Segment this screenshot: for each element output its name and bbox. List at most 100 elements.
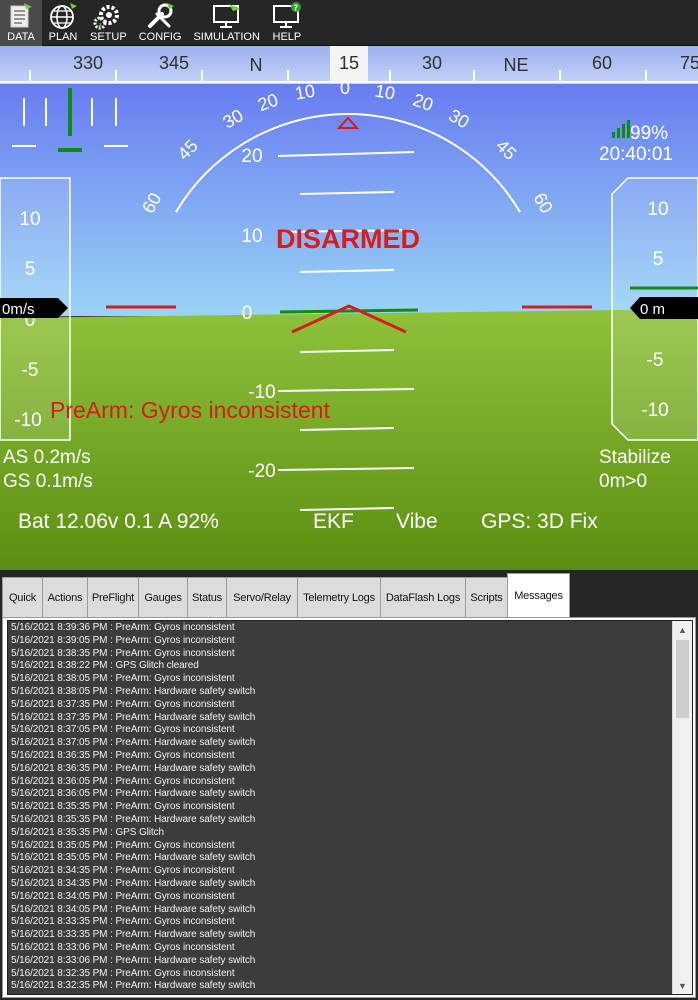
gps-status[interactable]: GPS: 3D Fix	[481, 510, 598, 533]
roll-label: 0	[340, 78, 350, 98]
toolbar-plan-button[interactable]: PLAN	[42, 0, 84, 46]
message-line: 5/16/2021 8:33:06 PM : PreArm: Hardware …	[11, 954, 256, 966]
message-line: 5/16/2021 8:35:05 PM : PreArm: Hardware …	[11, 852, 256, 864]
message-line: 5/16/2021 8:34:05 PM : PreArm: Gyros inc…	[11, 890, 235, 902]
heading-current-label: 15	[339, 53, 359, 73]
message-line: 5/16/2021 8:36:05 PM : PreArm: Gyros inc…	[11, 775, 235, 787]
message-line: 5/16/2021 8:38:05 PM : PreArm: Gyros inc…	[11, 673, 235, 685]
armed-status: DISARMED	[276, 224, 420, 254]
message-line: 5/16/2021 8:33:35 PM : PreArm: Hardware …	[11, 929, 256, 941]
distance-text: 0m>0	[599, 471, 647, 492]
signal-percent: 99%	[630, 123, 668, 144]
groundspeed-text: GS 0.1m/s	[3, 471, 93, 492]
messages-list: 5/16/2021 8:39:36 PM : PreArm: Gyros inc…	[11, 622, 670, 993]
message-line: 5/16/2021 8:34:05 PM : PreArm: Hardware …	[11, 903, 256, 915]
message-line: 5/16/2021 8:39:05 PM : PreArm: Gyros inc…	[11, 634, 235, 646]
main-toolbar: DATA PLAN + SETUP CONFIG SIMULATION ? HE…	[0, 0, 698, 46]
toolbar-simulation-label: SIMULATION	[193, 31, 260, 43]
scroll-thumb[interactable]	[676, 640, 689, 718]
heading-label: 75	[680, 53, 698, 73]
message-line: 5/16/2021 8:35:05 PM : PreArm: Gyros inc…	[11, 839, 235, 851]
message-line: 5/16/2021 8:37:35 PM : PreArm: Hardware …	[11, 711, 256, 723]
tab-preflight[interactable]: PreFlight	[87, 577, 139, 617]
monitor-plane-icon	[212, 4, 240, 28]
roll-label: 10	[293, 81, 316, 104]
hud-clock: 20:40:01	[599, 144, 673, 165]
toolbar-help-button[interactable]: ? HELP	[266, 0, 308, 46]
toolbar-help-label: HELP	[272, 31, 302, 43]
vibe-status[interactable]: Vibe	[396, 510, 438, 533]
tab-gauges[interactable]: Gauges	[138, 577, 188, 617]
tab-dataflash-logs[interactable]: DataFlash Logs	[380, 577, 466, 617]
messages-scrollbar[interactable]: ▲ ▼	[672, 621, 692, 994]
flight-mode: Stabilize	[599, 447, 671, 468]
svg-text:+: +	[96, 21, 104, 30]
heading-label: 60	[592, 53, 612, 73]
altitude-scale-label: -5	[647, 350, 664, 371]
tab-quick[interactable]: Quick	[2, 577, 43, 617]
altitude-readout: 0 m	[640, 301, 665, 318]
globe-icon	[50, 3, 77, 29]
heading-label: N	[250, 55, 263, 75]
message-line: 5/16/2021 8:33:35 PM : PreArm: Gyros inc…	[11, 916, 235, 928]
message-line: 5/16/2021 8:37:05 PM : PreArm: Gyros inc…	[11, 724, 235, 736]
toolbar-plan-label: PLAN	[48, 31, 78, 43]
message-line: 5/16/2021 8:34:35 PM : PreArm: Gyros inc…	[11, 865, 235, 877]
pitch-label: -20	[248, 461, 275, 482]
svg-text:?: ?	[293, 4, 298, 13]
toolbar-config-label: CONFIG	[138, 31, 182, 43]
toolbar-simulation-button[interactable]: SIMULATION	[187, 0, 265, 46]
toolbar-config-button[interactable]: CONFIG	[133, 0, 188, 46]
data-icon	[10, 3, 32, 28]
toolbar-setup-label: SETUP	[90, 31, 127, 43]
tab-telemetry-logs[interactable]: Telemetry Logs	[297, 577, 381, 617]
heading-label: 330	[73, 53, 103, 73]
wrench-icon	[148, 3, 175, 28]
monitor-question-icon: ?	[272, 2, 301, 28]
pitch-label: 20	[241, 146, 262, 167]
gears-icon: +	[93, 5, 120, 30]
heading-label: NE	[503, 55, 528, 75]
toolbar-data-button[interactable]: DATA	[0, 0, 42, 46]
scroll-down-arrow-icon[interactable]: ▼	[673, 977, 692, 994]
mission-planner-window: DATA PLAN + SETUP CONFIG SIMULATION ? HE…	[0, 0, 698, 1000]
message-line: 5/16/2021 8:39:36 PM : PreArm: Gyros inc…	[11, 622, 235, 633]
airspeed-scale-label: -10	[14, 410, 41, 431]
message-line: 5/16/2021 8:35:35 PM : PreArm: Gyros inc…	[11, 801, 235, 813]
tab-status[interactable]: Status	[187, 577, 227, 617]
tab-servo-relay[interactable]: Servo/Relay	[226, 577, 298, 617]
scroll-up-arrow-icon[interactable]: ▲	[673, 621, 692, 638]
heading-label: 30	[422, 53, 442, 73]
altitude-tape: 10 5 0 -5 -10 0 m	[611, 177, 698, 441]
toolbar-data-label: DATA	[7, 31, 35, 43]
flight-data-tabs: Quick Actions PreFlight Gauges Status Se…	[0, 570, 698, 1000]
prearm-message: PreArm: Gyros inconsistent	[50, 397, 331, 423]
ekf-status[interactable]: EKF	[313, 510, 354, 533]
message-line: 5/16/2021 8:32:35 PM : PreArm: Gyros inc…	[11, 967, 235, 979]
message-line: 5/16/2021 8:37:35 PM : PreArm: Gyros inc…	[11, 698, 235, 710]
message-line: 5/16/2021 8:36:05 PM : PreArm: Hardware …	[11, 788, 256, 800]
message-line: 5/16/2021 8:35:35 PM : GPS Glitch	[11, 826, 164, 838]
messages-panel: 5/16/2021 8:39:36 PM : PreArm: Gyros inc…	[2, 617, 696, 998]
altitude-scale-label: 5	[653, 249, 664, 270]
message-line: 5/16/2021 8:38:05 PM : PreArm: Hardware …	[11, 685, 256, 697]
message-line: 5/16/2021 8:38:22 PM : GPS Glitch cleare…	[11, 660, 199, 672]
toolbar-setup-button[interactable]: + SETUP	[84, 0, 133, 46]
pitch-label: 10	[241, 226, 262, 247]
battery-status[interactable]: Bat 12.06v 0.1 A 92%	[18, 510, 219, 533]
messages-textbox[interactable]: 5/16/2021 8:39:36 PM : PreArm: Gyros inc…	[7, 620, 693, 995]
hud-display[interactable]: 330 345 N 15 30 NE 60 75 60 45 30 20 10 …	[0, 46, 698, 570]
tab-scripts[interactable]: Scripts	[465, 577, 508, 617]
tab-messages[interactable]: Messages	[507, 573, 570, 617]
message-line: 5/16/2021 8:36:35 PM : PreArm: Gyros inc…	[11, 749, 235, 761]
message-line: 5/16/2021 8:32:35 PM : PreArm: Hardware …	[11, 980, 256, 992]
message-line: 5/16/2021 8:36:35 PM : PreArm: Hardware …	[11, 762, 256, 774]
message-line: 5/16/2021 8:37:05 PM : PreArm: Hardware …	[11, 737, 256, 749]
horizon-center-line	[279, 308, 419, 314]
message-line: 5/16/2021 8:35:35 PM : PreArm: Hardware …	[11, 813, 256, 825]
message-line: 5/16/2021 8:34:35 PM : PreArm: Hardware …	[11, 877, 256, 889]
tab-actions[interactable]: Actions	[42, 577, 88, 617]
heading-label: 345	[159, 53, 189, 73]
altitude-scale-label: 10	[647, 199, 668, 220]
airspeed-text: AS 0.2m/s	[3, 447, 91, 468]
